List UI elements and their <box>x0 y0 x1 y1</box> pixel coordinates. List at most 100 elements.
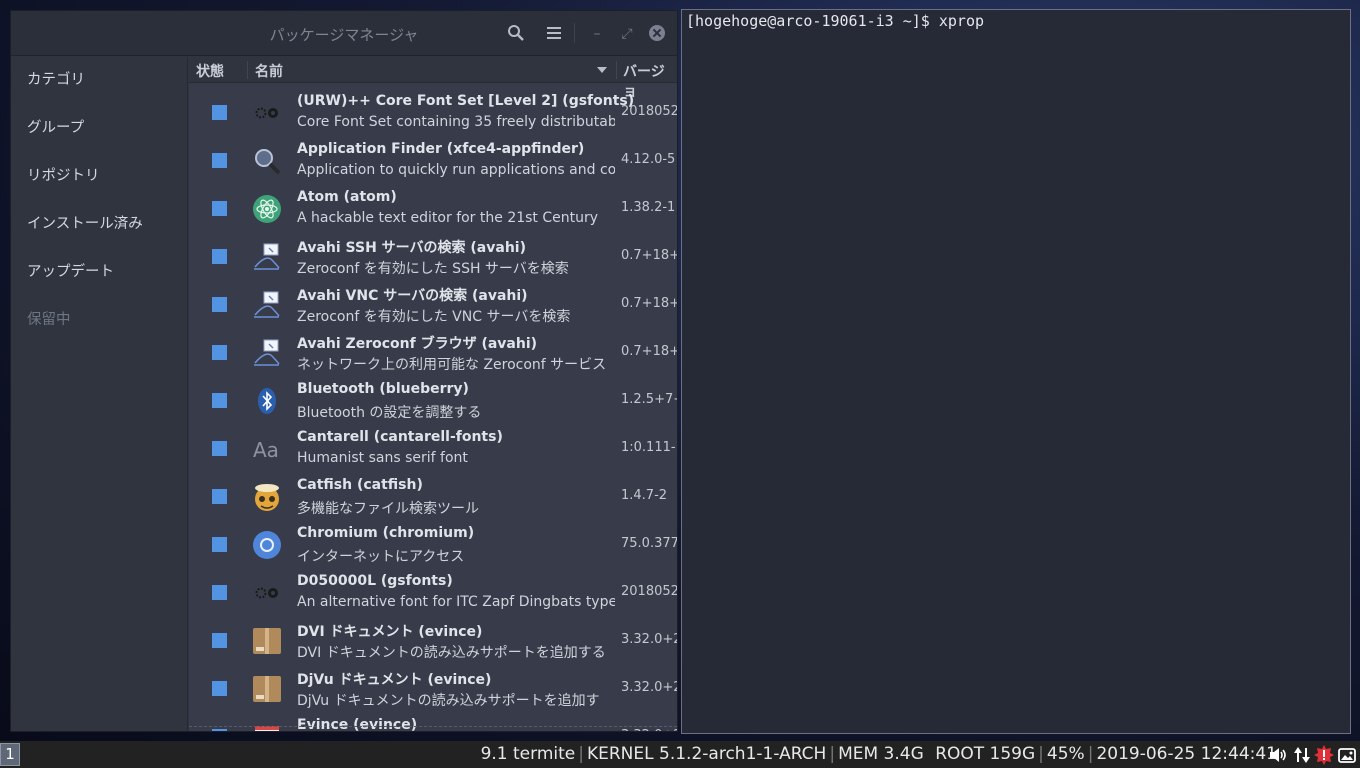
package-row[interactable]: Atom (atom) A hackable text editor for th… <box>189 185 677 233</box>
package-row[interactable]: Bluetooth (blueberry) Bluetooth の設定を調整する 1… <box>189 377 677 425</box>
package-name: Avahi SSH サーバの検索 (avahi) <box>297 240 526 256</box>
list-bottom-divider <box>189 726 677 727</box>
volume-level: 45% <box>1046 744 1085 764</box>
package-row[interactable]: Catfish (catfish) 多機能なファイル検索ツール 1.4.7-2 <box>189 473 677 521</box>
package-row[interactable]: Avahi VNC サーバの検索 (avahi) Zeroconf を有効にした … <box>189 281 677 329</box>
terminal-window[interactable]: [hogehoge@arco-19061-i3 ~]$ xprop <box>681 9 1351 734</box>
sidebar-item-categories[interactable]: カテゴリ <box>27 69 85 91</box>
menu-icon[interactable] <box>544 23 564 43</box>
network-icon <box>252 338 282 368</box>
column-divider[interactable] <box>247 61 248 79</box>
network-icon <box>252 242 282 272</box>
package-row[interactable]: Avahi SSH サーバの検索 (avahi) Zeroconf を有効にした … <box>189 233 677 281</box>
volume-icon[interactable] <box>1268 745 1288 765</box>
package-name: Bluetooth (blueberry) <box>297 381 469 397</box>
header-separator <box>574 23 575 43</box>
package-version: 1.4.7-2 <box>621 488 668 503</box>
package-description: DVI ドキュメントの読み込みサポートを追加する <box>297 645 606 661</box>
package-checkbox[interactable] <box>212 345 227 360</box>
package-name: Cantarell (cantarell-fonts) <box>297 429 503 445</box>
minimize-button[interactable]: – <box>589 26 605 42</box>
package-checkbox[interactable] <box>212 585 227 600</box>
atom-icon <box>252 194 282 224</box>
column-name[interactable]: 名前 <box>255 61 283 81</box>
package-row[interactable]: (URW)++ Core Font Set [Level 2] (gsfonts… <box>189 89 677 137</box>
window-header: パッケージマネージャ – ⤢ <box>11 11 677 56</box>
svg-text:Aa: Aa <box>253 438 279 462</box>
package-name: D050000L (gsfonts) <box>297 573 453 589</box>
network-icon <box>252 290 282 320</box>
package-icon <box>252 674 282 704</box>
disk-info: ROOT 159G <box>935 744 1036 764</box>
package-row[interactable]: DVI ドキュメント (evince) DVI ドキュメントの読み込みサポートを追… <box>189 617 677 665</box>
network-transfer-icon[interactable] <box>1292 745 1312 765</box>
package-checkbox[interactable] <box>212 201 227 216</box>
package-name: Chromium (chromium) <box>297 525 475 541</box>
package-row[interactable]: Evince (evince) 3.32.0+2 <box>189 713 677 731</box>
sidebar-item-installed[interactable]: インストール済み <box>27 213 143 235</box>
package-row[interactable]: Chromium (chromium) インターネットにアクセス 75.0.3770 <box>189 521 677 569</box>
close-button[interactable] <box>649 25 665 41</box>
package-row[interactable]: Aa Cantarell (cantarell-fonts) Humanist sa… <box>189 425 677 473</box>
package-version: 0.7+18+g <box>621 344 677 359</box>
catfish-icon <box>252 482 282 512</box>
package-checkbox[interactable] <box>212 441 227 456</box>
package-name: DVI ドキュメント (evince) <box>297 624 483 640</box>
package-name: Avahi VNC サーバの検索 (avahi) <box>297 288 528 304</box>
column-divider[interactable] <box>616 61 617 79</box>
package-version: 2018052 <box>621 104 677 119</box>
sidebar-item-updates[interactable]: アップデート <box>27 261 114 283</box>
package-checkbox[interactable] <box>212 297 227 312</box>
package-icon <box>252 626 282 656</box>
package-name: Evince (evince) <box>297 717 418 731</box>
package-version: 3.32.0+2 <box>621 728 677 731</box>
package-checkbox[interactable] <box>212 729 227 731</box>
package-checkbox[interactable] <box>212 249 227 264</box>
package-description: Zeroconf を有効にした SSH サーバを検索 <box>297 261 569 277</box>
package-description: インターネットにアクセス <box>297 549 465 565</box>
magnifier-icon <box>252 146 282 176</box>
package-name: Catfish (catfish) <box>297 477 423 493</box>
package-name: DjVu ドキュメント (evince) <box>297 672 492 688</box>
gears-icon <box>252 578 282 608</box>
package-row[interactable]: DjVu ドキュメント (evince) DjVu ドキュメントの読み込みサポート… <box>189 665 677 713</box>
package-description: Zeroconf を有効にした VNC サーバを検索 <box>297 309 571 325</box>
package-checkbox[interactable] <box>212 153 227 168</box>
package-version: 1.38.2-1 <box>621 200 676 215</box>
screenshot-icon[interactable] <box>1337 745 1357 765</box>
package-description: Core Font Set containing 35 freely distr… <box>297 114 615 130</box>
package-checkbox[interactable] <box>212 489 227 504</box>
status-blocks: 9.1 termite | KERNEL 5.1.2-arch1-1-ARCH | ME… <box>480 744 1277 764</box>
search-icon[interactable] <box>506 23 526 43</box>
maximize-button[interactable]: ⤢ <box>619 26 635 42</box>
terminal-prompt: [hogehoge@arco-19061-i3 ~]$ xprop <box>686 12 985 30</box>
sidebar-item-groups[interactable]: グループ <box>27 117 84 139</box>
package-checkbox[interactable] <box>212 105 227 120</box>
chromium-icon <box>252 530 282 560</box>
package-checkbox[interactable] <box>212 633 227 648</box>
package-name: Application Finder (xfce4-appfinder) <box>297 141 585 157</box>
package-version: 0.7+18+g <box>621 296 677 311</box>
package-row[interactable]: D050000L (gsfonts) An alternative font fo… <box>189 569 677 617</box>
font-icon: Aa <box>252 434 282 464</box>
update-alert-icon[interactable] <box>1314 745 1334 765</box>
active-window: 9.1 termite <box>480 744 576 764</box>
package-checkbox[interactable] <box>212 537 227 552</box>
package-row[interactable]: Application Finder (xfce4-appfinder) Appl… <box>189 137 677 185</box>
sidebar-item-repositories[interactable]: リポジトリ <box>27 165 100 187</box>
package-checkbox[interactable] <box>212 393 227 408</box>
package-name: Atom (atom) <box>297 189 397 205</box>
package-description: Humanist sans serif font <box>297 450 468 466</box>
status-bar: 1 9.1 termite | KERNEL 5.1.2-arch1-1-ARCH |… <box>0 741 1360 768</box>
workspace-button[interactable]: 1 <box>0 743 20 766</box>
package-description: An alternative font for ITC Zapf Dingbat… <box>297 594 615 610</box>
package-version: 2018052 <box>621 584 677 599</box>
column-header: 状態 名前 バージョ <box>189 57 677 100</box>
column-status[interactable]: 状態 <box>196 61 224 81</box>
package-version: 1:0.111-1 <box>621 440 677 455</box>
package-version: 3.32.0+2 <box>621 632 677 647</box>
package-checkbox[interactable] <box>212 681 227 696</box>
sidebar-item-pending[interactable]: 保留中 <box>27 309 71 331</box>
package-row[interactable]: Avahi Zeroconf ブラウザ (avahi) ネットワーク上の利用可能な… <box>189 329 677 377</box>
window-title: パッケージマネージャ <box>269 26 419 44</box>
